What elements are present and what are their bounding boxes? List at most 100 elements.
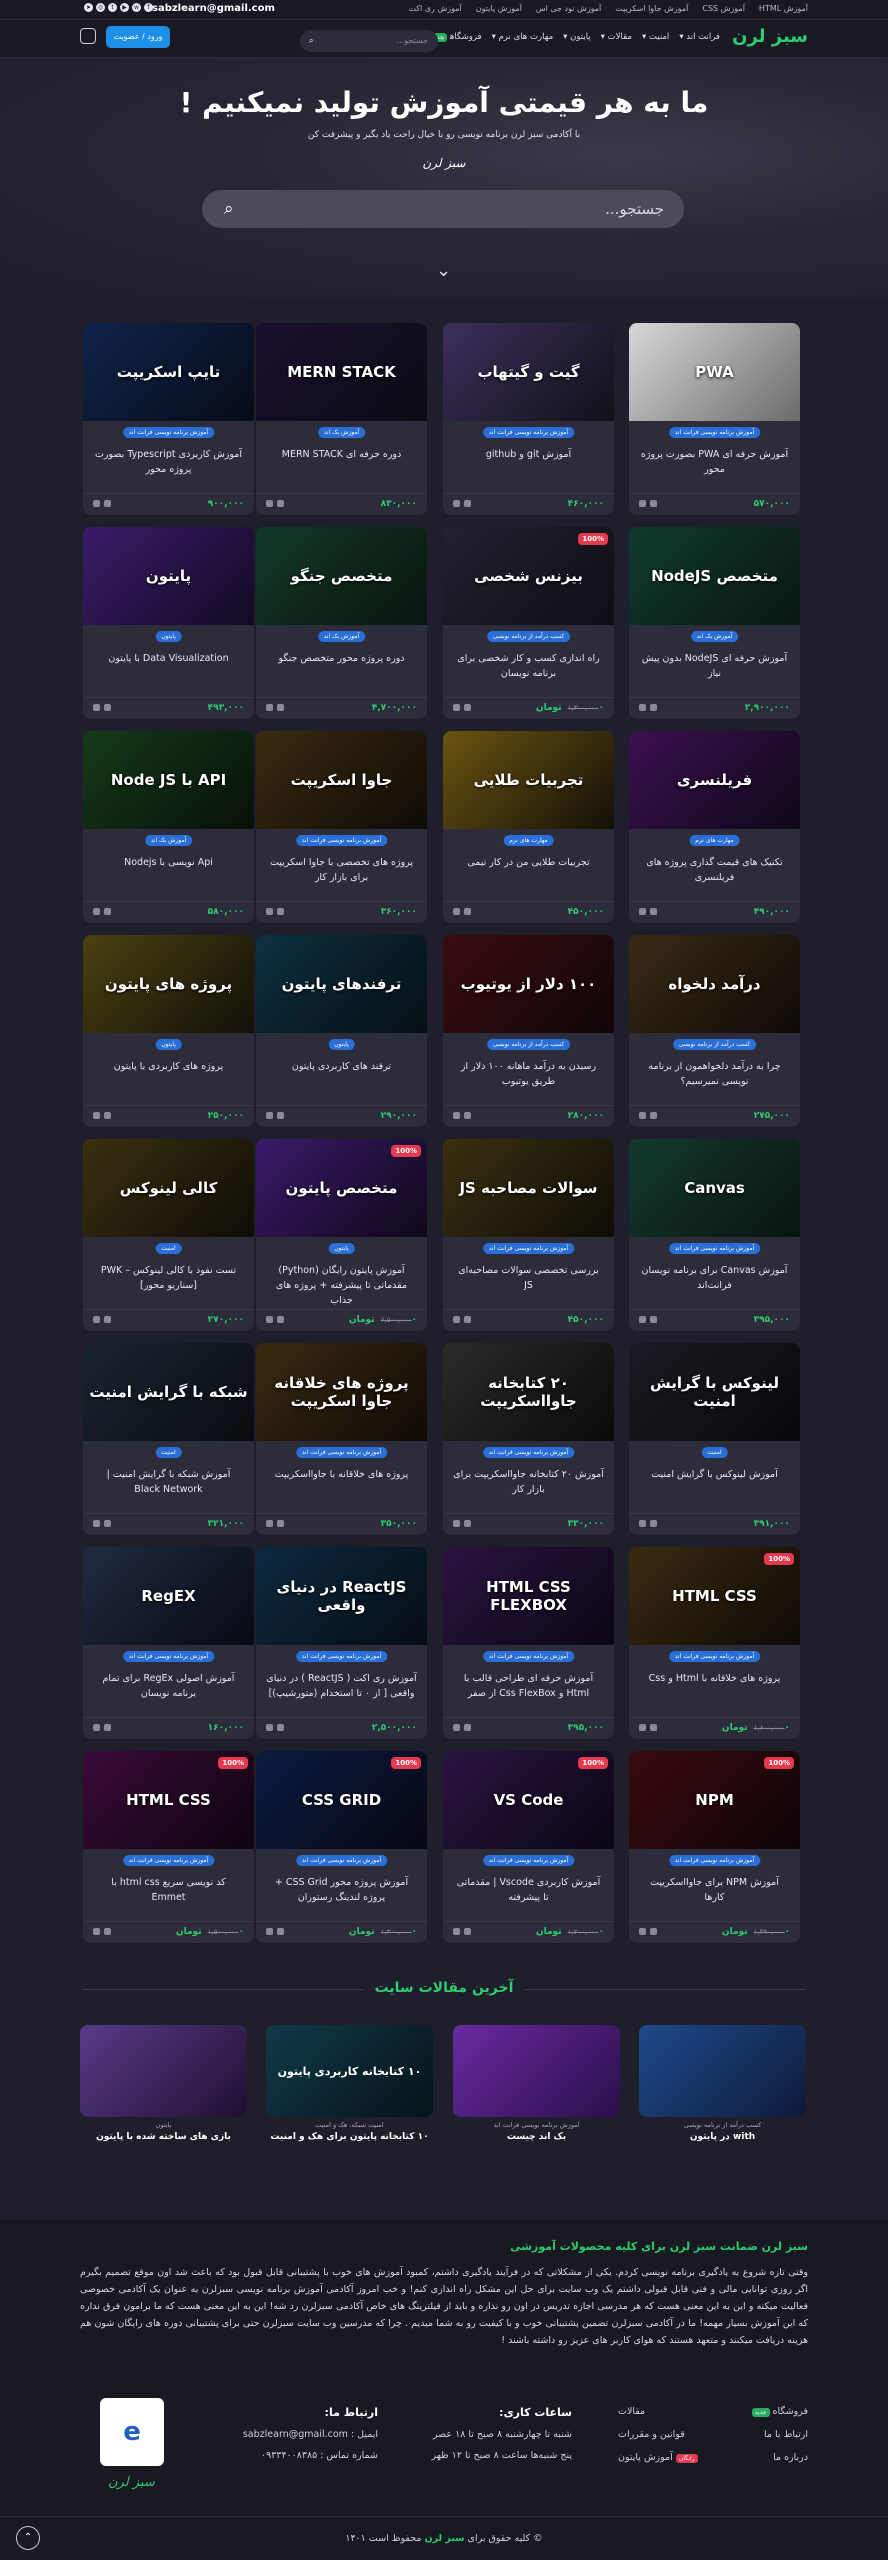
category-tag[interactable]: امنیت <box>701 1447 728 1458</box>
menu-item-softskills[interactable]: مهارت های نرم ▾ <box>492 32 554 42</box>
hero-search-input[interactable]: جستجو... ⌕ <box>202 190 684 228</box>
course-title[interactable]: تجربیات طلایی من در کار تیمی <box>453 855 604 870</box>
course-title[interactable]: آموزش Canvas برای برنامه نویسان فرانت‌ان… <box>639 1263 790 1293</box>
course-thumbnail[interactable]: درآمد دلخواه <box>629 935 800 1033</box>
category-tag[interactable]: امنیت <box>155 1447 182 1458</box>
course-card[interactable]: Canvas آموزش برنامه نویسی فرانت اند آموزش … <box>629 1139 800 1331</box>
article-thumbnail[interactable] <box>80 2025 247 2117</box>
course-thumbnail[interactable]: MERN STACK <box>256 323 427 421</box>
article-category[interactable]: آموزش برنامه نویسی فرانت اند <box>453 2121 620 2129</box>
course-title[interactable]: آموزش git و github <box>453 447 604 462</box>
course-card[interactable]: درآمد دلخواه کسب درآمد از برنامه نویسی چرا… <box>629 935 800 1127</box>
category-tag[interactable]: کسب درآمد از برنامه نویسی <box>486 631 571 642</box>
category-tag[interactable]: آموزش برنامه نویسی فرانت اند <box>668 1855 761 1866</box>
article-category[interactable]: پایتون <box>80 2121 247 2129</box>
category-tag[interactable]: آموزش برنامه نویسی فرانت اند <box>295 1651 388 1662</box>
category-tag[interactable]: آموزش برنامه نویسی فرانت اند <box>482 1447 575 1458</box>
course-card[interactable]: شبکه با گرایش امنیت امنیت آموزش شبکه با گر… <box>83 1343 254 1535</box>
scroll-top-button[interactable]: ⌃ <box>16 2526 40 2550</box>
course-thumbnail[interactable]: شبکه با گرایش امنیت <box>83 1343 254 1441</box>
course-title[interactable]: آموزش حرفه ای PWA بصورت پروژه محور <box>639 447 790 477</box>
search-icon[interactable]: ⌕ <box>309 30 313 52</box>
article-card[interactable]: کسب درآمد از برنامه نویسی with در پایتون <box>639 2025 806 2143</box>
category-tag[interactable]: آموزش برنامه نویسی فرانت اند <box>668 427 761 438</box>
course-card[interactable]: ۱۰۰ دلار از یوتیوب کسب درآمد از برنامه نو… <box>443 935 614 1127</box>
top-link[interactable]: آموزش CSS <box>702 4 745 13</box>
category-tag[interactable]: پایتون <box>155 1039 182 1050</box>
course-thumbnail[interactable]: گیت و گیتهاب <box>443 323 614 421</box>
course-thumbnail[interactable]: کالی لینوکس <box>83 1139 254 1237</box>
course-card[interactable]: گیت و گیتهاب آموزش برنامه نویسی فرانت اند… <box>443 323 614 515</box>
category-tag[interactable]: پایتون <box>328 1039 355 1050</box>
course-thumbnail[interactable]: ReactJS در دنیای واقعی <box>256 1547 427 1645</box>
category-tag[interactable]: مهارت های نرم <box>689 835 740 846</box>
course-card[interactable]: سوالات مصاحبه JS آموزش برنامه نویسی فرانت… <box>443 1139 614 1331</box>
category-tag[interactable]: آموزش برنامه نویسی فرانت اند <box>295 1447 388 1458</box>
category-tag[interactable]: آموزش برنامه نویسی فرانت اند <box>668 1651 761 1662</box>
course-card[interactable]: کالی لینوکس امنیت تست نفوذ با کالی لینوکس … <box>83 1139 254 1331</box>
category-tag[interactable]: آموزش برنامه نویسی فرانت اند <box>482 1243 575 1254</box>
course-card[interactable]: لینوکس با گرایش امنیت امنیت آموزش لینوکس ب… <box>629 1343 800 1535</box>
course-card[interactable]: جاوا اسکریپت آموزش برنامه نویسی فرانت اند… <box>256 731 427 923</box>
course-title[interactable]: تست نفوذ با کالی لینوکس – PWK [سناریو مح… <box>93 1263 244 1293</box>
site-logo[interactable]: سبز لرن <box>732 26 808 47</box>
twitter-icon[interactable]: t <box>108 3 117 12</box>
course-title[interactable]: دوره حرفه ای MERN STACK <box>266 447 417 462</box>
course-card[interactable]: پروژه های پایتون پایتون پروژه های کاربردی … <box>83 935 254 1127</box>
course-card[interactable]: HTML CSS 100% آموزش برنامه نویسی فرانت اند… <box>83 1751 254 1943</box>
course-card[interactable]: VS Code 100% آموزش برنامه نویسی فرانت اند آ… <box>443 1751 614 1943</box>
search-icon[interactable]: ⌕ <box>224 190 234 228</box>
course-card[interactable]: NPM 100% آموزش برنامه نویسی فرانت اند آموزش… <box>629 1751 800 1943</box>
category-tag[interactable]: آموزش برنامه نویسی فرانت اند <box>482 1651 575 1662</box>
course-thumbnail[interactable]: متخصص NodeJS <box>629 527 800 625</box>
course-thumbnail[interactable]: RegEX <box>83 1547 254 1645</box>
category-tag[interactable]: آموزش برنامه نویسی فرانت اند <box>295 835 388 846</box>
course-title[interactable]: آموزش شبکه با گرایش امنیت | Black Networ… <box>93 1467 244 1497</box>
course-title[interactable]: دوره پروژه محور متخصص جنگو <box>266 651 417 666</box>
course-card[interactable]: RegEX آموزش برنامه نویسی فرانت اند آموزش ا… <box>83 1547 254 1739</box>
footer-link[interactable]: قوانین و مقررات <box>618 2429 685 2440</box>
category-tag[interactable]: آموزش برنامه نویسی فرانت اند <box>122 1855 215 1866</box>
course-card[interactable]: PWA آموزش برنامه نویسی فرانت اند آموزش حرف… <box>629 323 800 515</box>
contact-email[interactable]: sabzlearn@gmail.com <box>152 3 275 14</box>
category-tag[interactable]: کسب درآمد از برنامه نویسی <box>486 1039 571 1050</box>
course-thumbnail[interactable]: NPM 100% <box>629 1751 800 1849</box>
top-link[interactable]: آموزش HTML <box>759 4 808 13</box>
course-thumbnail[interactable]: متخصص پایتون 100% <box>256 1139 427 1237</box>
header-search-input[interactable]: جستجو... ⌕ <box>300 30 438 52</box>
course-title[interactable]: Api نویسی با Nodejs <box>93 855 244 870</box>
course-card[interactable]: MERN STACK آموزش بک اند دوره حرفه ای MERN … <box>256 323 427 515</box>
footer-link[interactable]: درباره ما <box>773 2452 808 2463</box>
top-link[interactable]: آموزش پایتون <box>476 4 522 13</box>
course-thumbnail[interactable]: تجربیات طلایی <box>443 731 614 829</box>
cart-icon[interactable] <box>80 28 96 44</box>
chevron-down-icon[interactable]: ⌄ <box>436 260 451 281</box>
article-thumbnail[interactable] <box>453 2025 620 2117</box>
category-tag[interactable]: آموزش برنامه نویسی فرانت اند <box>122 1651 215 1662</box>
course-card[interactable]: ۲۰ کتابخانه جاوااسکریپت آموزش برنامه نویس… <box>443 1343 614 1535</box>
course-title[interactable]: پروژه های کاربردی با پایتون <box>93 1059 244 1074</box>
course-title[interactable]: راه اندازی کسب و کار شخصی برای برنامه نو… <box>453 651 604 681</box>
article-card[interactable]: ۱۰ کتابخانه کاربردی پایتون امنیت شبکه، هک… <box>266 2025 433 2143</box>
course-thumbnail[interactable]: API با Node JS <box>83 731 254 829</box>
login-button[interactable]: ورود / عضویت <box>106 26 170 48</box>
category-tag[interactable]: آموزش بک اند <box>690 631 739 642</box>
article-card[interactable]: پایتون بازی های ساخته شده با پایتون <box>80 2025 247 2143</box>
menu-item-frontend[interactable]: فرانت اند ▾ <box>679 32 720 42</box>
course-title[interactable]: آموزش کاربردی Typescript بصورت پروژه محو… <box>93 447 244 477</box>
course-title[interactable]: آموزش پروژه محور CSS Grid + پروژه لندینگ… <box>266 1875 417 1905</box>
course-card[interactable]: HTML CSS 100% آموزش برنامه نویسی فرانت اند… <box>629 1547 800 1739</box>
article-title[interactable]: ۱۰ کتابخانه پایتون برای هک و امنیت <box>266 2132 433 2142</box>
article-thumbnail[interactable]: ۱۰ کتابخانه کاربردی پایتون <box>266 2025 433 2117</box>
course-thumbnail[interactable]: پروژه های خلاقانه جاوا اسکریپت <box>256 1343 427 1441</box>
article-card[interactable]: آموزش برنامه نویسی فرانت اند بک اند چیست <box>453 2025 620 2143</box>
course-title[interactable]: آموزش اصولی RegEx برای تمام برنامه نویسا… <box>93 1671 244 1701</box>
course-thumbnail[interactable]: جاوا اسکریپت <box>256 731 427 829</box>
course-thumbnail[interactable]: تایپ اسکریپت <box>83 323 254 421</box>
course-card[interactable]: متخصص جنگو آموزش بک اند دوره پروژه محور مت… <box>256 527 427 719</box>
category-tag[interactable]: آموزش برنامه نویسی فرانت اند <box>122 427 215 438</box>
course-thumbnail[interactable]: CSS GRID 100% <box>256 1751 427 1849</box>
instagram-icon[interactable]: ◎ <box>96 3 105 12</box>
category-tag[interactable]: آموزش برنامه نویسی فرانت اند <box>482 427 575 438</box>
footer-link[interactable]: ارتباط با ما <box>764 2429 808 2440</box>
